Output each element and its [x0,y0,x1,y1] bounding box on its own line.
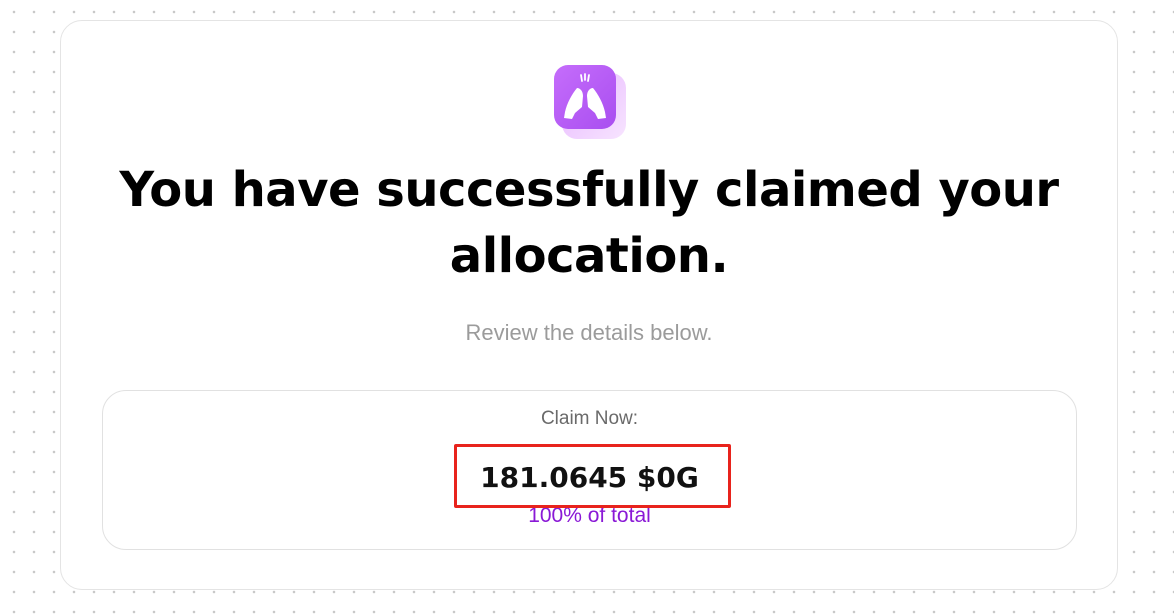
claim-label: Claim Now: [540,408,639,429]
claim-details-panel: Claim Now: 181.0645 $0G 100% of total [102,390,1077,550]
subtitle: Review the details below. [465,320,713,345]
claim-amount: 181.0645 $0G [480,461,699,494]
success-card: You have successfully claimed your alloc… [60,20,1118,590]
claim-percent: 100% of total [528,504,651,527]
praising-hands-icon [552,63,628,141]
page-title: You have successfully claimed your alloc… [119,162,1059,284]
